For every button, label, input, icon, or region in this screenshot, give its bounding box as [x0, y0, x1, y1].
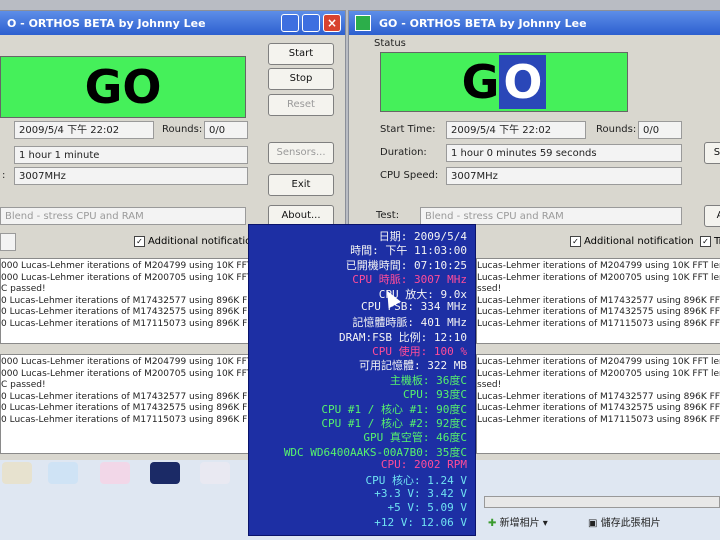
cpu-speed-label: CPU Speed: [380, 170, 439, 181]
duration-field: 1 hour 0 minutes 59 seconds [446, 144, 682, 162]
add-icon: ✚ [488, 518, 497, 529]
title-bar[interactable]: GO - ORTHOS BETA by Johnny Lee [349, 11, 720, 35]
start-time-field: 2009/5/4 下午 22:02 [14, 121, 154, 139]
taskbar-app-icon[interactable] [100, 462, 130, 484]
log-line: Lucas-Lehmer iterations of M17432577 usi… [477, 295, 720, 306]
go-status-indicator: GO [0, 56, 246, 118]
log-line: 000 Lucas-Lehmer iterations of M204799 u… [1, 357, 252, 367]
log-line: Lucas-Lehmer iterations of M200705 using… [477, 368, 720, 379]
secondary-select[interactable] [0, 233, 16, 251]
go-label: GO [84, 60, 162, 114]
log-line: Lucas-Lehmer iterations of M17432575 usi… [477, 307, 720, 317]
log-line: 000 Lucas-Lehmer iterations of M204799 u… [1, 261, 252, 271]
log-line: C passed! [1, 380, 46, 390]
log-line: Lucas-Lehmer iterations of M200705 using… [477, 272, 720, 283]
start-button[interactable]: Start [268, 43, 334, 65]
title-bar[interactable]: O - ORTHOS BETA by Johnny Lee × [0, 11, 345, 35]
rounds-label: Rounds: [596, 124, 637, 135]
osd-cpu-fsb: CPU FSB: 334 MHz [361, 299, 467, 313]
save-photo-button[interactable]: ▣ 儲存此張相片 [588, 514, 661, 529]
close-icon[interactable]: × [323, 14, 341, 32]
test-label: Test: [376, 210, 400, 221]
log-line: ssed! [477, 380, 502, 390]
window-title: GO - ORTHOS BETA by Johnny Lee [379, 16, 587, 30]
log-line: Lucas-Lehmer iterations of M17432575 usi… [477, 403, 720, 413]
log-line: 0 Lucas-Lehmer iterations of M17432575 u… [1, 307, 251, 317]
taskbar-app-icon[interactable] [2, 462, 32, 484]
save-icon: ▣ [588, 518, 598, 529]
scrollbar[interactable] [484, 496, 720, 508]
additional-notification-label: Additional notification [148, 236, 258, 247]
partial-side-button[interactable]: Se [704, 142, 720, 164]
osd-cpu-fan: CPU: 2002 RPM [380, 458, 467, 472]
rounds-label: Rounds: [162, 124, 203, 135]
checkbox-icon[interactable]: ✓ [700, 236, 711, 247]
log-line: 000 Lucas-Lehmer iterations of M200705 u… [1, 272, 252, 283]
log-line: 0 Lucas-Lehmer iterations of M17432577 u… [1, 295, 251, 306]
log-line: 0 Lucas-Lehmer iterations of M17432575 u… [1, 403, 251, 413]
stop-button[interactable]: Stop [268, 68, 334, 90]
log-line: Lucas-Lehmer iterations of M17115073 usi… [477, 414, 720, 425]
maximize-icon[interactable] [302, 14, 320, 32]
start-time-field: 2009/5/4 下午 22:02 [446, 121, 586, 139]
rounds-field: 0/0 [204, 121, 248, 139]
checkbox-icon[interactable]: ✓ [134, 236, 145, 247]
window-title: O - ORTHOS BETA by Johnny Lee [7, 16, 206, 30]
log-line: Lucas-Lehmer iterations of M204799 using… [477, 357, 720, 367]
status-group-label: Status [374, 38, 406, 49]
cpu-speed-field: 3007MHz [14, 167, 248, 185]
partial-checkbox-label: Tr [714, 236, 720, 247]
go-label-o: O [499, 55, 547, 109]
log-line: Lucas-Lehmer iterations of M17115073 usi… [477, 318, 720, 329]
hardware-monitor-overlay: 日期: 2009/5/4 時間: 下午 11:03:00 已開機時間: 07:1… [248, 224, 476, 536]
cpu-speed-field: 3007MHz [446, 167, 682, 185]
new-photo-label: 新增相片 [499, 518, 540, 529]
osd-v12: +12 V: 12.06 V [374, 515, 467, 529]
log-line: ssed! [477, 284, 502, 294]
cpu-speed-label-fragment: : [2, 170, 6, 181]
start-time-label: Start Time: [380, 124, 436, 135]
log-top-left[interactable]: 000 Lucas-Lehmer iterations of M204799 u… [0, 258, 252, 344]
log-bottom-left[interactable]: 000 Lucas-Lehmer iterations of M204799 u… [0, 354, 252, 454]
log-line: C passed! [1, 284, 46, 294]
save-photo-label: 儲存此張相片 [600, 518, 661, 529]
app-icon [355, 15, 371, 31]
duration-label: Duration: [380, 147, 427, 158]
rounds-field: 0/0 [638, 121, 682, 139]
test-select[interactable]: Blend - stress CPU and RAM [0, 207, 246, 225]
log-top-right[interactable]: Lucas-Lehmer iterations of M204799 using… [476, 258, 720, 344]
taskbar-app-icon[interactable] [200, 462, 230, 484]
exit-button[interactable]: Exit [268, 174, 334, 196]
new-photo-button[interactable]: ✚ 新增相片 ▾ [488, 514, 548, 529]
partial-checkbox[interactable]: ✓ Tr [700, 236, 720, 247]
osd-v33: +3.3 V: 3.42 V [374, 486, 467, 500]
additional-notification-checkbox[interactable]: ✓ Additional notification [570, 236, 694, 247]
log-line: Lucas-Lehmer iterations of M17432577 usi… [477, 391, 720, 402]
taskbar-app-icon[interactable] [48, 462, 78, 484]
log-line: 0 Lucas-Lehmer iterations of M17115073 u… [1, 318, 251, 329]
go-label-g: G [461, 55, 500, 109]
test-select[interactable]: Blend - stress CPU and RAM [420, 207, 682, 225]
reset-button[interactable]: Reset [268, 94, 334, 116]
log-line: 0 Lucas-Lehmer iterations of M17432577 u… [1, 391, 251, 402]
osd-v5: +5 V: 5.09 V [387, 501, 467, 515]
duration-field: 1 hour 1 minute [14, 146, 248, 164]
sensors-button[interactable]: Sensors... [268, 142, 334, 164]
taskbar-app-icon[interactable] [150, 462, 180, 484]
partial-about-button[interactable]: A [704, 205, 720, 227]
log-bottom-right[interactable]: Lucas-Lehmer iterations of M204799 using… [476, 354, 720, 454]
log-line: Lucas-Lehmer iterations of M204799 using… [477, 261, 720, 271]
log-line: 000 Lucas-Lehmer iterations of M200705 u… [1, 368, 252, 379]
checkbox-icon[interactable]: ✓ [570, 236, 581, 247]
additional-notification-label: Additional notification [584, 236, 694, 247]
go-status-indicator: GO [380, 52, 628, 112]
log-line: 0 Lucas-Lehmer iterations of M17115073 u… [1, 414, 251, 425]
minimize-icon[interactable] [281, 14, 299, 32]
additional-notification-checkbox[interactable]: ✓ Additional notification [134, 236, 258, 247]
